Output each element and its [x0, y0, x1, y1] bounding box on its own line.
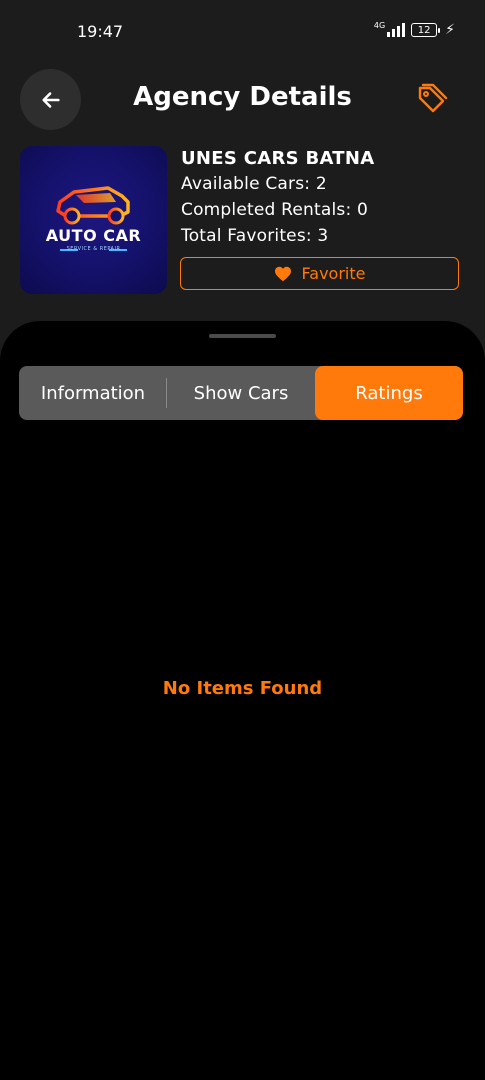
logo-title: AUTO CAR — [45, 226, 142, 245]
tab-show-cars[interactable]: Show Cars — [167, 366, 315, 420]
sheet-handle[interactable] — [209, 334, 276, 338]
favorite-label: Favorite — [301, 264, 366, 283]
completed-rentals: Completed Rentals: 0 — [181, 200, 369, 220]
heart-icon — [274, 266, 291, 281]
tag-icon — [418, 83, 448, 113]
tab-ratings-label: Ratings — [355, 382, 423, 404]
agency-logo: AUTO CAR SERVICE & REPAIR — [20, 146, 167, 294]
charging-icon: ⚡ — [445, 22, 455, 38]
tab-ratings[interactable]: Ratings — [315, 366, 463, 420]
page-title: Agency Details — [133, 82, 352, 112]
total-favorites: Total Favorites: 3 — [181, 226, 329, 246]
battery-icon: 12 — [411, 23, 441, 37]
tab-show-cars-label: Show Cars — [193, 382, 289, 404]
tab-information[interactable]: Information — [19, 366, 167, 420]
available-cars: Available Cars: 2 — [181, 174, 327, 194]
agency-name: UNES CARS BATNA — [181, 148, 375, 169]
favorite-button[interactable]: Favorite — [180, 257, 459, 290]
status-time: 19:47 — [77, 22, 124, 41]
tag-button[interactable] — [414, 82, 450, 118]
network-type: 4G — [373, 20, 386, 30]
empty-state-message: No Items Found — [162, 678, 323, 699]
status-bar: 19:47 4G 12 ⚡ — [0, 0, 485, 60]
car-icon — [56, 186, 130, 251]
tab-information-label: Information — [40, 382, 146, 404]
bottom-sheet: Information Show Cars Ratings No Items F… — [0, 321, 485, 1080]
agency-info: UNES CARS BATNA Available Cars: 2 Comple… — [181, 148, 374, 252]
status-icons: 4G 12 ⚡ — [373, 20, 455, 39]
segmented-tabs: Information Show Cars Ratings — [19, 366, 463, 420]
signal-icon — [387, 23, 406, 37]
logo-subtitle: SERVICE & REPAIR — [66, 246, 121, 252]
agency-details-screen: 19:47 4G 12 ⚡ Agency Details AUTO CAR SE… — [0, 0, 485, 1080]
